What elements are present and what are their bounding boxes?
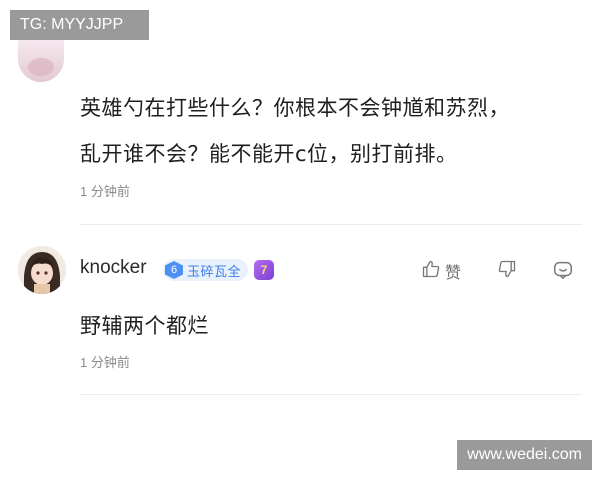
watermark-top: TG: MYYJJPP <box>10 10 149 40</box>
comment-text-line: 乱开谁不会？能不能开c位，别打前排。 <box>80 142 458 166</box>
avatar[interactable] <box>18 40 64 82</box>
rank-badge: 6 玉碎瓦全 <box>163 259 249 281</box>
username[interactable]: knocker <box>80 257 147 279</box>
rank-number: 6 <box>165 261 183 279</box>
comment-timestamp: 1 分钟前 <box>80 184 130 199</box>
like-button[interactable]: 赞 <box>421 259 461 283</box>
divider <box>80 224 582 225</box>
dislike-button[interactable] <box>497 259 517 283</box>
rank-label: 玉碎瓦全 <box>187 264 242 280</box>
comment-text: 野辅两个都烂 <box>80 314 209 338</box>
watermark-bottom: www.wedei.com <box>457 440 592 470</box>
thumbs-down-icon <box>497 259 517 283</box>
reply-button[interactable] <box>552 259 574 285</box>
comment-timestamp: 1 分钟前 <box>80 355 130 370</box>
comment-bubble-icon <box>552 259 574 285</box>
thumbs-up-icon <box>421 259 441 283</box>
comment-text-line: 英雄勺在打些什么？你根本不会钟馗和苏烈， <box>80 96 510 120</box>
like-label: 赞 <box>445 263 462 282</box>
level-badge: 7 <box>254 260 274 280</box>
divider <box>80 394 582 395</box>
avatar-image <box>18 246 66 294</box>
avatar[interactable] <box>18 246 66 294</box>
